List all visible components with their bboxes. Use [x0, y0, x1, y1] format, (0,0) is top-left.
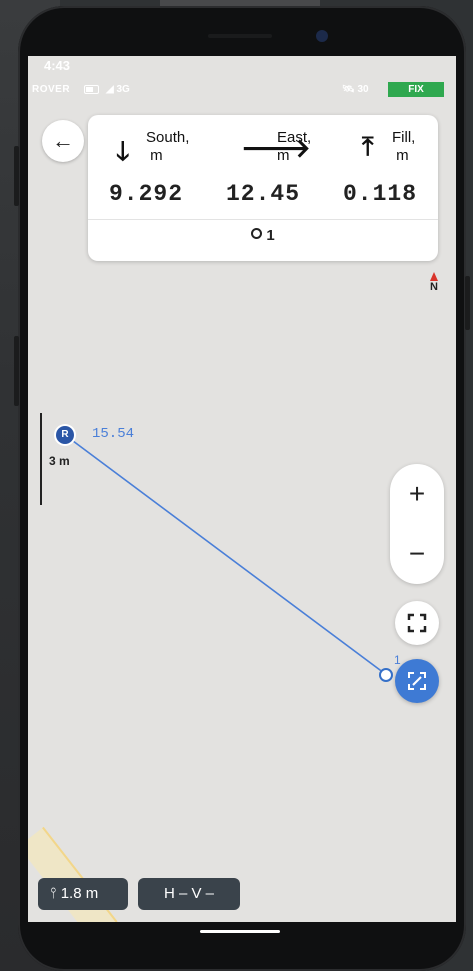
arrow-up-to-line-icon: ⤒: [362, 131, 374, 161]
south-value: 9.292: [108, 181, 183, 207]
zoom-in-button[interactable]: +: [390, 464, 444, 524]
status-bar: 4:43 ROVER ◢ 3G 🛰 30 FIX: [28, 54, 448, 102]
fill-value: 0.118: [342, 181, 417, 207]
fullscreen-icon: [407, 613, 427, 633]
phone-frame: ← 🡓 South, m 9.292 🡒 East, m 12.45 ⤒ Fil…: [14, 6, 470, 971]
power-button: [465, 276, 470, 330]
south-column: 🡓 South, m 9.292: [88, 125, 204, 207]
point-selector[interactable]: 1: [88, 227, 438, 255]
north-label: N: [430, 281, 438, 293]
fix-status-badge: FIX: [388, 82, 444, 97]
scale-label: 3 m: [49, 454, 70, 468]
point-name: 1: [266, 227, 275, 244]
satellite-count: 🛰 30: [342, 84, 369, 95]
point-icon: [251, 228, 263, 239]
pole-height-value: 1.8 m: [60, 885, 99, 902]
fill-label: Fill, m: [392, 129, 416, 164]
mode-label: ROVER: [32, 84, 71, 95]
locate-button[interactable]: [395, 659, 439, 703]
east-value: 12.45: [225, 181, 300, 207]
south-label: South, m: [146, 129, 190, 164]
arrow-left-icon: ←: [52, 128, 74, 153]
stakeout-info-card: 🡓 South, m 9.292 🡒 East, m 12.45 ⤒ Fill,…: [88, 115, 438, 261]
clock: 4:43: [44, 58, 71, 73]
zoom-out-button[interactable]: −: [390, 524, 444, 584]
base-distance-label: 15.54: [92, 426, 135, 442]
screen: ← 🡓 South, m 9.292 🡒 East, m 12.45 ⤒ Fil…: [28, 56, 456, 922]
compass-icon: [430, 272, 438, 281]
pole-height-chip[interactable]: ⫯ 1.8 m: [38, 878, 128, 910]
east-label: East, m: [277, 129, 312, 164]
base-station-marker[interactable]: R: [56, 426, 74, 444]
side-button: [14, 336, 19, 406]
side-button: [14, 146, 19, 206]
north-arrow[interactable]: N: [426, 272, 442, 293]
home-indicator[interactable]: [200, 930, 280, 933]
back-button[interactable]: ←: [42, 120, 84, 162]
pole-icon: ⫯: [50, 885, 57, 902]
fit-view-button[interactable]: [395, 601, 439, 645]
arrow-down-icon: 🡓: [116, 136, 130, 166]
card-divider: [88, 219, 438, 220]
precision-chip[interactable]: H – V –: [138, 878, 240, 910]
target-point-marker[interactable]: [379, 668, 393, 682]
scale-bar: [40, 413, 42, 505]
speaker: [208, 34, 272, 38]
front-camera: [316, 30, 328, 42]
east-column: 🡒 East, m 12.45: [205, 125, 321, 207]
battery-icon: [84, 85, 99, 94]
satellite-icon: 🛰: [342, 84, 355, 95]
focus-location-icon: [408, 672, 426, 690]
fill-column: ⤒ Fill, m 0.118: [322, 125, 438, 207]
zoom-control: + −: [390, 464, 444, 584]
network-label: ◢ 3G: [106, 84, 130, 95]
